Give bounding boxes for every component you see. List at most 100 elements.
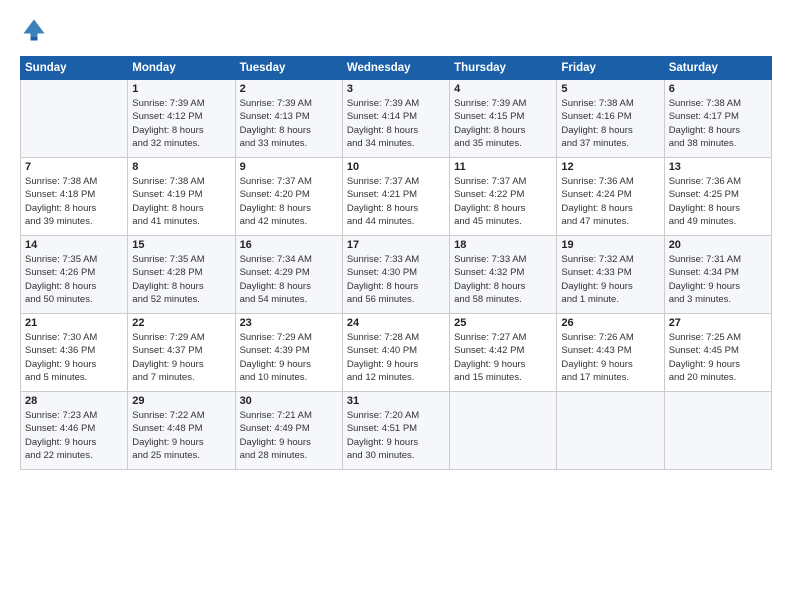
day-number: 14	[25, 239, 123, 251]
calendar-cell: 14Sunrise: 7:35 AMSunset: 4:26 PMDayligh…	[21, 236, 128, 314]
calendar-cell: 31Sunrise: 7:20 AMSunset: 4:51 PMDayligh…	[342, 392, 449, 470]
week-row-4: 21Sunrise: 7:30 AMSunset: 4:36 PMDayligh…	[21, 314, 772, 392]
cell-line: Sunset: 4:12 PM	[132, 110, 230, 123]
calendar-cell: 5Sunrise: 7:38 AMSunset: 4:16 PMDaylight…	[557, 80, 664, 158]
cell-line: Daylight: 9 hours	[561, 280, 659, 293]
calendar-cell: 10Sunrise: 7:37 AMSunset: 4:21 PMDayligh…	[342, 158, 449, 236]
day-number: 7	[25, 161, 123, 173]
cell-line: Sunset: 4:14 PM	[347, 110, 445, 123]
cell-line: Sunset: 4:32 PM	[454, 266, 552, 279]
cell-line: Sunrise: 7:39 AM	[132, 97, 230, 110]
week-row-2: 7Sunrise: 7:38 AMSunset: 4:18 PMDaylight…	[21, 158, 772, 236]
cell-line: Daylight: 8 hours	[132, 124, 230, 137]
calendar-cell: 9Sunrise: 7:37 AMSunset: 4:20 PMDaylight…	[235, 158, 342, 236]
calendar-cell: 28Sunrise: 7:23 AMSunset: 4:46 PMDayligh…	[21, 392, 128, 470]
day-number: 9	[240, 161, 338, 173]
cell-line: and 30 minutes.	[347, 449, 445, 462]
calendar-cell: 16Sunrise: 7:34 AMSunset: 4:29 PMDayligh…	[235, 236, 342, 314]
cell-line: Sunrise: 7:39 AM	[240, 97, 338, 110]
day-number: 8	[132, 161, 230, 173]
cell-line: Sunset: 4:25 PM	[669, 188, 767, 201]
cell-line: and 42 minutes.	[240, 215, 338, 228]
cell-line: Sunset: 4:45 PM	[669, 344, 767, 357]
day-number: 1	[132, 83, 230, 95]
cell-line: Sunset: 4:37 PM	[132, 344, 230, 357]
cell-line: Sunset: 4:17 PM	[669, 110, 767, 123]
day-number: 21	[25, 317, 123, 329]
cell-line: and 47 minutes.	[561, 215, 659, 228]
cell-line: Sunset: 4:24 PM	[561, 188, 659, 201]
cell-line: and 15 minutes.	[454, 371, 552, 384]
cell-line: Sunrise: 7:35 AM	[132, 253, 230, 266]
cell-line: Sunset: 4:43 PM	[561, 344, 659, 357]
week-row-1: 1Sunrise: 7:39 AMSunset: 4:12 PMDaylight…	[21, 80, 772, 158]
cell-line: Sunrise: 7:21 AM	[240, 409, 338, 422]
cell-line: Sunrise: 7:35 AM	[25, 253, 123, 266]
cell-line: Daylight: 9 hours	[240, 436, 338, 449]
calendar-cell: 4Sunrise: 7:39 AMSunset: 4:15 PMDaylight…	[450, 80, 557, 158]
day-number: 16	[240, 239, 338, 251]
cell-line: Sunrise: 7:23 AM	[25, 409, 123, 422]
cell-line: and 33 minutes.	[240, 137, 338, 150]
calendar-cell: 17Sunrise: 7:33 AMSunset: 4:30 PMDayligh…	[342, 236, 449, 314]
cell-line: Daylight: 9 hours	[669, 280, 767, 293]
cell-line: Sunrise: 7:36 AM	[561, 175, 659, 188]
cell-line: Sunrise: 7:26 AM	[561, 331, 659, 344]
day-number: 12	[561, 161, 659, 173]
calendar-cell: 3Sunrise: 7:39 AMSunset: 4:14 PMDaylight…	[342, 80, 449, 158]
cell-line: Sunset: 4:13 PM	[240, 110, 338, 123]
day-number: 10	[347, 161, 445, 173]
cell-line: Sunrise: 7:33 AM	[454, 253, 552, 266]
cell-line: and 38 minutes.	[669, 137, 767, 150]
day-number: 23	[240, 317, 338, 329]
day-number: 5	[561, 83, 659, 95]
cell-line: Sunset: 4:22 PM	[454, 188, 552, 201]
day-number: 29	[132, 395, 230, 407]
cell-line: Daylight: 8 hours	[240, 124, 338, 137]
cell-line: Sunset: 4:15 PM	[454, 110, 552, 123]
cell-line: Daylight: 8 hours	[240, 280, 338, 293]
day-number: 15	[132, 239, 230, 251]
day-number: 24	[347, 317, 445, 329]
cell-line: Sunset: 4:33 PM	[561, 266, 659, 279]
cell-line: and 34 minutes.	[347, 137, 445, 150]
cell-line: and 12 minutes.	[347, 371, 445, 384]
cell-line: and 20 minutes.	[669, 371, 767, 384]
cell-line: Daylight: 8 hours	[25, 280, 123, 293]
calendar-cell: 7Sunrise: 7:38 AMSunset: 4:18 PMDaylight…	[21, 158, 128, 236]
cell-line: and 28 minutes.	[240, 449, 338, 462]
calendar-cell: 20Sunrise: 7:31 AMSunset: 4:34 PMDayligh…	[664, 236, 771, 314]
calendar-cell: 8Sunrise: 7:38 AMSunset: 4:19 PMDaylight…	[128, 158, 235, 236]
cell-line: Sunrise: 7:22 AM	[132, 409, 230, 422]
cell-line: Sunrise: 7:32 AM	[561, 253, 659, 266]
day-number: 28	[25, 395, 123, 407]
cell-line: Daylight: 9 hours	[132, 358, 230, 371]
day-number: 11	[454, 161, 552, 173]
cell-line: Sunrise: 7:25 AM	[669, 331, 767, 344]
cell-line: Daylight: 8 hours	[454, 280, 552, 293]
cell-line: and 1 minute.	[561, 293, 659, 306]
cell-line: and 25 minutes.	[132, 449, 230, 462]
cell-line: Daylight: 9 hours	[132, 436, 230, 449]
cell-line: Sunset: 4:48 PM	[132, 422, 230, 435]
cell-line: Daylight: 8 hours	[347, 280, 445, 293]
cell-line: Sunrise: 7:37 AM	[240, 175, 338, 188]
cell-line: Sunrise: 7:29 AM	[132, 331, 230, 344]
day-number: 27	[669, 317, 767, 329]
logo	[20, 16, 52, 44]
cell-line: and 22 minutes.	[25, 449, 123, 462]
cell-line: Sunset: 4:39 PM	[240, 344, 338, 357]
cell-line: Sunrise: 7:38 AM	[561, 97, 659, 110]
day-number: 3	[347, 83, 445, 95]
header-day-tuesday: Tuesday	[235, 57, 342, 80]
cell-line: Sunset: 4:34 PM	[669, 266, 767, 279]
day-number: 25	[454, 317, 552, 329]
cell-line: Sunset: 4:30 PM	[347, 266, 445, 279]
day-number: 4	[454, 83, 552, 95]
cell-line: and 39 minutes.	[25, 215, 123, 228]
cell-line: Sunrise: 7:37 AM	[454, 175, 552, 188]
cell-line: Sunset: 4:42 PM	[454, 344, 552, 357]
calendar-cell	[664, 392, 771, 470]
cell-line: and 35 minutes.	[454, 137, 552, 150]
cell-line: Daylight: 8 hours	[454, 124, 552, 137]
